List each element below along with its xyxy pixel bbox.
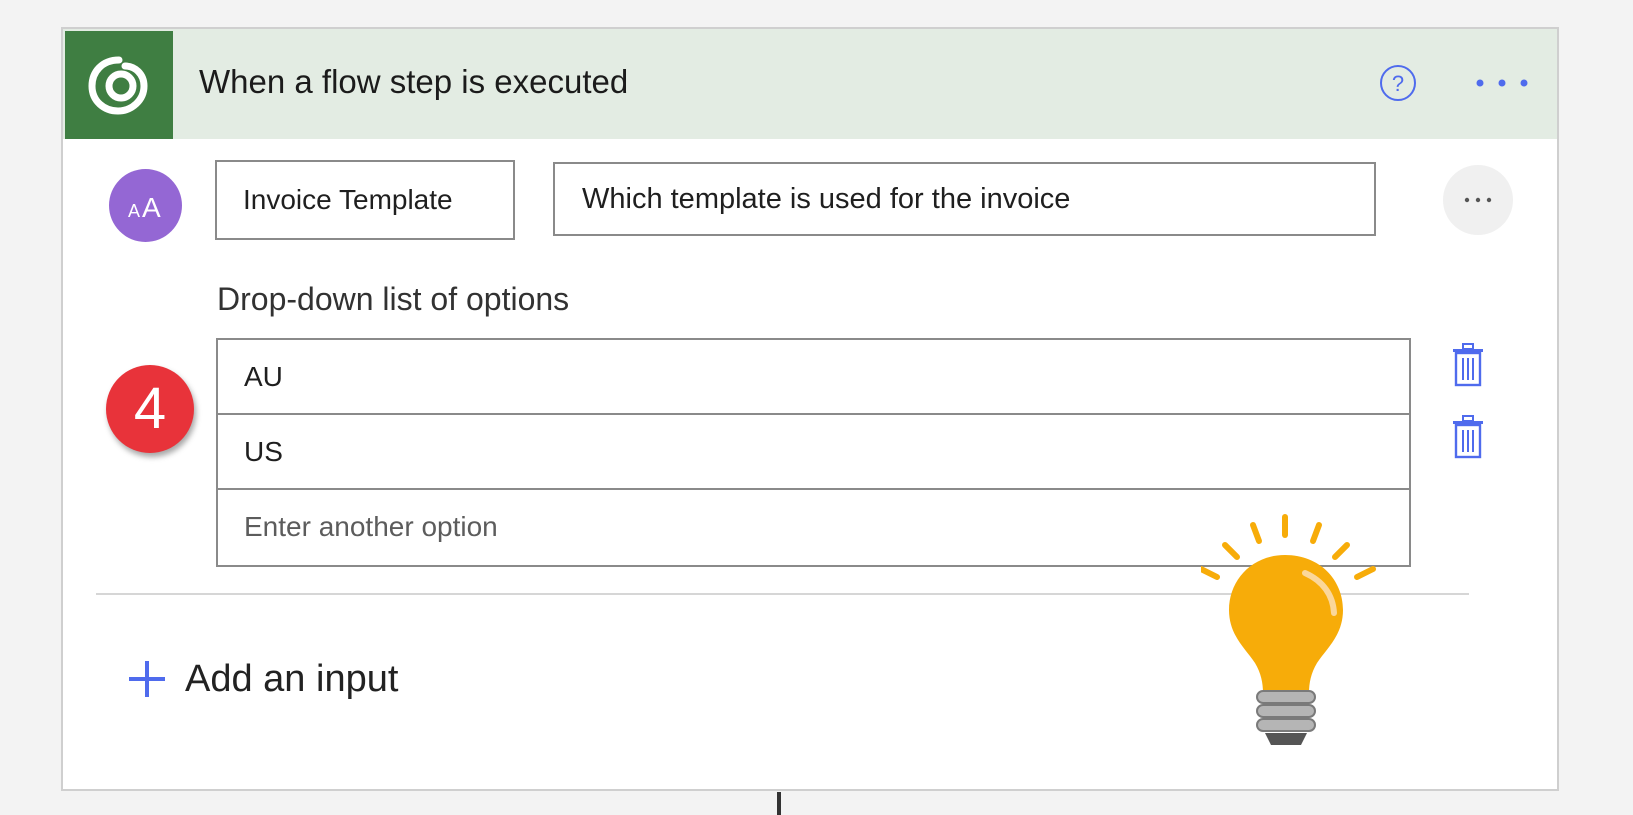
ellipsis-icon [1464,197,1492,203]
text-input-avatar: A A [109,169,182,242]
add-input-button[interactable]: Add an input [127,649,398,709]
text-type-icon: A A [128,192,161,221]
dropdown-label: Drop-down list of options [217,281,570,317]
dataverse-logo [65,31,173,139]
svg-text:A: A [142,192,161,221]
delete-option-us-icon[interactable] [1451,415,1485,459]
plus-icon [129,661,165,697]
option-field-us[interactable]: US [218,415,1409,490]
step-number-badge: 4 [106,365,194,453]
svg-text:A: A [128,201,140,221]
add-input-label: Add an input [185,657,399,700]
delete-option-au-icon[interactable] [1451,343,1485,387]
more-options-icon[interactable] [1474,77,1530,89]
help-icon[interactable]: ? [1379,64,1417,102]
flow-connector-line [777,792,781,815]
input-description-field[interactable] [553,162,1376,236]
svg-text:?: ? [1392,71,1404,96]
card-title: When a flow step is executed [199,63,629,100]
option-field-au[interactable]: AU [218,340,1409,415]
input-more-button[interactable] [1443,165,1513,235]
trigger-card: When a flow step is executed ? A A Drop-… [61,27,1559,791]
dataverse-logo-icon [88,56,148,115]
input-name-field[interactable] [215,160,515,240]
lightbulb-icon [1201,514,1376,745]
card-header[interactable]: When a flow step is executed ? [63,29,1557,139]
